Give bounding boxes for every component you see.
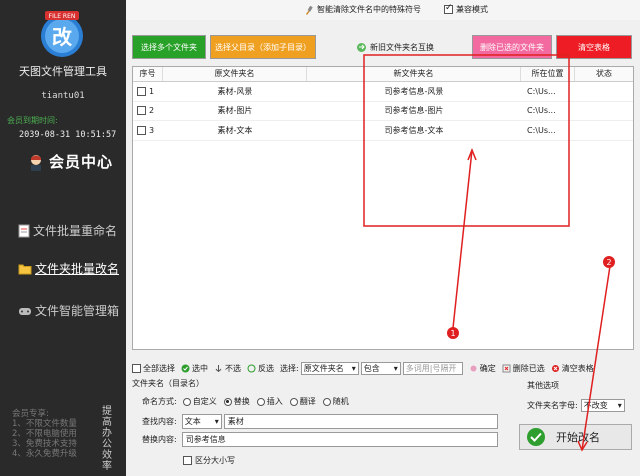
field-select[interactable]: 原文件夹名 ▾ [300, 361, 359, 375]
unselect-button[interactable]: 不选 [214, 363, 241, 374]
folder-table: 序号 原文件夹名 新文件夹名 所在位置 状态 1 素材-风景 司参考信息-风景 … [132, 66, 634, 350]
table-header: 序号 原文件夹名 新文件夹名 所在位置 状态 [133, 67, 633, 82]
col-header-location: 所在位置 [521, 67, 575, 81]
check-circle-icon [526, 427, 546, 447]
svg-text:FILE REN: FILE REN [49, 13, 76, 20]
expire-date: 2039-08-31 10:51:57 [19, 130, 117, 140]
delete-icon [502, 364, 511, 373]
delete-selected-button[interactable]: 删除已选 [502, 363, 545, 374]
chevron-down-icon: ▾ [393, 363, 398, 373]
replace-input[interactable]: 司参考信息 [181, 432, 498, 447]
chevron-down-icon: ▾ [351, 363, 356, 373]
case-option-row: 文件夹名字母: 不改变 ▾ [527, 399, 625, 412]
confirm-button[interactable]: 确定 [469, 363, 496, 374]
sidebar: FILE REN 改 天图文件管理工具 tiantu01 会员到期时间: 203… [0, 0, 126, 476]
panel-title: 文件夹名（目录名） [132, 379, 204, 388]
case-sensitive-checkbox[interactable]: 区分大小写 [183, 455, 235, 466]
row-checkbox[interactable] [137, 125, 146, 135]
app-title: 天图文件管理工具 [19, 65, 107, 78]
col-header-orig: 原文件夹名 [163, 67, 307, 81]
chevron-down-icon: ▾ [214, 417, 219, 426]
find-row: 查找内容: 文本 ▾ 素材 [142, 414, 498, 429]
svg-text:改: 改 [52, 25, 73, 49]
naming-mode-row: 命名方式: 自定义 替换 插入 翻译 随机 [142, 396, 349, 407]
case-sensitive-check[interactable] [183, 456, 192, 465]
clear-table-button[interactable]: 清空表格 [556, 35, 632, 59]
special-chars-option[interactable]: 智能清除文件名中的特殊符号 [304, 4, 421, 15]
anchor-icon [214, 364, 223, 373]
delete-selected-folders-button[interactable]: 删除已选的文件夹 [472, 35, 552, 59]
other-options-panel: 其他选项 文件夹名字母: 不改变 ▾ 开始改名 [519, 378, 640, 476]
candy-icon [469, 364, 478, 373]
compat-mode-check[interactable] [444, 3, 453, 14]
username: tiantu01 [41, 91, 85, 101]
invert-button[interactable]: 反选 [247, 363, 274, 374]
col-header-status: 状态 [596, 69, 612, 78]
select-parent-dir-button[interactable]: 选择父目录（添加子目录） [210, 35, 316, 59]
chevron-down-icon: ▾ [617, 401, 622, 410]
mode-radio-random[interactable]: 随机 [322, 396, 349, 407]
row-checkbox[interactable] [137, 106, 146, 116]
other-options-title: 其他选项 [527, 381, 559, 390]
choose-group: 选择: 原文件夹名 ▾ 包含 ▾ 多词用|号隔开 [280, 361, 463, 375]
document-icon [18, 224, 30, 238]
col-header-num: 序号 [133, 67, 163, 81]
main-area: 智能清除文件名中的特殊符号 兼容模式 选择多个文件夹 选择父目录（添加子目录） … [126, 0, 640, 476]
clear-table-small-button[interactable]: 清空表格 [551, 363, 594, 374]
vip-avatar-icon [27, 153, 45, 171]
vip-center-button[interactable]: 会员中心 [27, 151, 113, 172]
check-circle-icon [181, 364, 190, 373]
swap-icon [356, 42, 367, 53]
refresh-icon [247, 364, 256, 373]
replace-row: 替换内容: 司参考信息 [142, 432, 498, 447]
nav-file-rename[interactable]: 文件批量重命名 [18, 222, 117, 239]
letter-case-select[interactable]: 不改变 ▾ [580, 399, 625, 412]
folder-icon [18, 263, 32, 275]
find-input[interactable]: 素材 [223, 414, 498, 429]
swap-names-button[interactable]: 新旧文件夹名互换 [348, 35, 442, 59]
select-all-check[interactable] [132, 363, 141, 373]
rename-rule-panel: 文件夹名（目录名） 命名方式: 自定义 替换 插入 翻译 随机 查找内容: 文本… [132, 378, 518, 470]
nav-smart-manager[interactable]: 文件智能管理箱 [18, 302, 119, 319]
keyword-input[interactable]: 多词用|号隔开 [402, 361, 463, 375]
mode-radio-insert[interactable]: 插入 [256, 396, 283, 407]
mode-radio-custom[interactable]: 自定义 [182, 396, 217, 407]
mode-radio-translate[interactable]: 翻译 [289, 396, 316, 407]
compat-mode-checkbox[interactable]: 兼容模式 [444, 3, 488, 15]
find-type-select[interactable]: 文本 ▾ [181, 414, 222, 429]
app-logo: FILE REN 改 [39, 9, 85, 59]
select-multiple-folders-button[interactable]: 选择多个文件夹 [132, 35, 206, 59]
select-all-checkbox[interactable]: 全部选择 [132, 363, 175, 374]
col-header-new: 新文件夹名 [307, 67, 521, 81]
table-row[interactable]: 1 素材-风景 司参考信息-风景 C:\Us... [133, 82, 633, 102]
brush-icon [304, 5, 314, 15]
top-options-bar: 智能清除文件名中的特殊符号 兼容模式 [126, 0, 640, 20]
nav-folder-rename[interactable]: 文件夹批量改名 [18, 260, 119, 277]
promo-slogan: 提高办公效率 [102, 406, 112, 472]
table-row[interactable]: 3 素材-文本 司参考信息-文本 C:\Us... [133, 121, 633, 141]
mode-radio-replace[interactable]: 替换 [223, 396, 250, 407]
clear-icon [551, 364, 560, 373]
select-button[interactable]: 选中 [181, 363, 208, 374]
match-select[interactable]: 包含 ▾ [360, 361, 401, 375]
promo-list: 会员专享: 1、不限文件数量 2、不限电脑使用 3、免费技术支持 4、永久免费升… [12, 409, 77, 459]
start-rename-button[interactable]: 开始改名 [519, 424, 632, 450]
row-checkbox[interactable] [137, 86, 146, 96]
table-row[interactable]: 2 素材-图片 司参考信息-图片 C:\Us... [133, 102, 633, 121]
selection-toolbar: 全部选择 选中 不选 反选 选择: 原文件夹名 ▾ 包含 ▾ 多词用|号隔开 确… [132, 360, 634, 376]
gamepad-icon [18, 305, 32, 317]
expire-label: 会员到期时间: [7, 116, 58, 125]
